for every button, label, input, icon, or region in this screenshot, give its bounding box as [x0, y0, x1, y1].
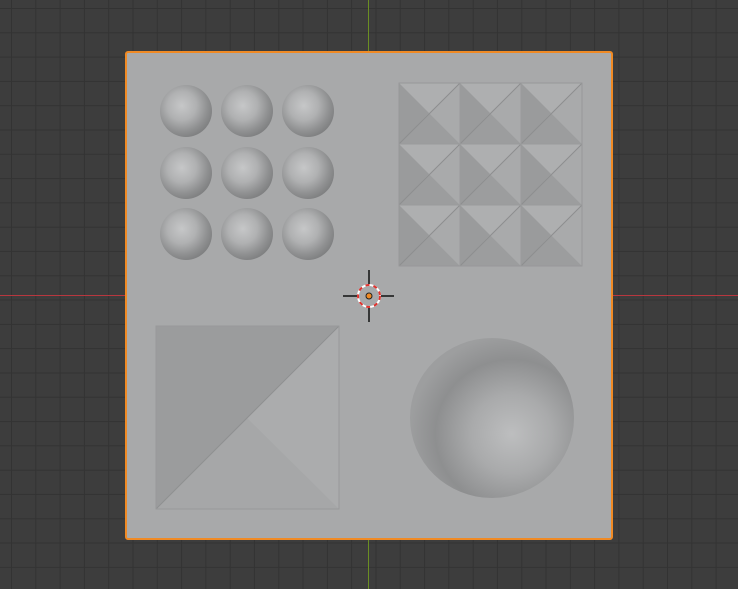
scene-canvas: [125, 51, 613, 540]
sphere-bump: [282, 85, 334, 137]
sphere-bump-grid: [160, 85, 334, 260]
sphere-bump: [221, 85, 273, 137]
origin-dot-icon: [365, 292, 373, 300]
sphere-bump: [160, 208, 212, 260]
pyramid-tile-grid: [398, 82, 583, 267]
sphere-bump: [282, 208, 334, 260]
sphere-bump: [221, 147, 273, 199]
dome-depression: [410, 338, 574, 498]
3d-viewport[interactable]: [0, 0, 738, 589]
large-pyramid: [155, 325, 340, 510]
sphere-bump: [160, 85, 212, 137]
sphere-bump: [221, 208, 273, 260]
sphere-bump: [160, 147, 212, 199]
sphere-bump: [282, 147, 334, 199]
